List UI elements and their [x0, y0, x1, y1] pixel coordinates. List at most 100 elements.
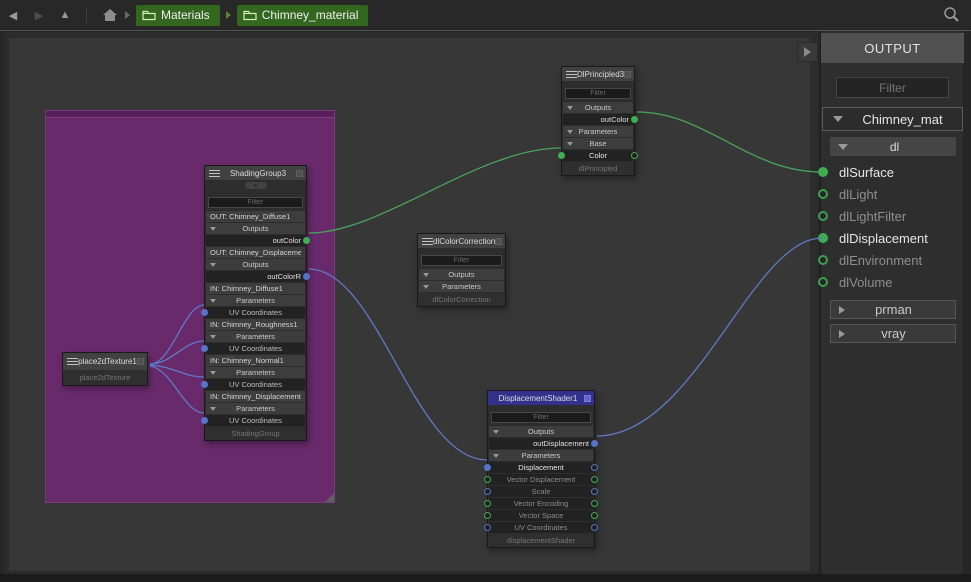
collapse-triangle-icon[interactable]	[210, 299, 216, 303]
output-port[interactable]	[631, 116, 638, 123]
section-vray[interactable]: vray	[830, 324, 956, 343]
collapse-triangle-icon[interactable]	[493, 430, 499, 434]
node-row-outputs[interactable]: Outputs	[206, 259, 305, 270]
node-dlprincipled3[interactable]: DlPrincipled3 Outputs outColor Parameter…	[561, 66, 635, 176]
output-port[interactable]	[591, 500, 598, 507]
collapse-triangle-icon[interactable]	[210, 335, 216, 339]
node-header[interactable]: DlPrincipled3	[562, 67, 634, 81]
search-icon[interactable]	[941, 5, 961, 30]
collapse-triangle-icon[interactable]	[210, 227, 216, 231]
node-shadinggroup3[interactable]: ShadingGroup3 OUT: Chimney_Diffuse1 Outp…	[204, 165, 307, 441]
node-filter-input[interactable]	[208, 197, 303, 208]
node-row-uv-coordinates[interactable]: UV Coordinates	[206, 307, 305, 318]
port-dldisplacement[interactable]: dlDisplacement	[821, 228, 964, 248]
input-port[interactable]	[484, 524, 491, 531]
input-port[interactable]	[484, 488, 491, 495]
section-dl[interactable]: dl	[830, 137, 956, 156]
collapse-triangle-icon[interactable]	[567, 142, 573, 146]
output-port[interactable]	[591, 524, 598, 531]
input-port[interactable]	[484, 476, 491, 483]
port-dlenvironment[interactable]: dlEnvironment	[821, 250, 964, 270]
node-row-uv-coordinates[interactable]: UV Coordinates	[206, 415, 305, 426]
collapse-triangle-icon[interactable]	[567, 106, 573, 110]
port-dllightfilter[interactable]: dlLightFilter	[821, 206, 964, 226]
node-row-parameters[interactable]: Parameters	[206, 295, 305, 306]
node-row-outcolorr[interactable]: outColorR	[206, 271, 305, 282]
node-row-displacement[interactable]: Displacement	[489, 462, 593, 473]
panel-collapse-button[interactable]	[797, 42, 818, 62]
port-dlvolume[interactable]: dlVolume	[821, 272, 964, 292]
input-port[interactable]	[484, 512, 491, 519]
output-port[interactable]	[591, 440, 598, 447]
node-row-uv-coordinates[interactable]: UV Coordinates	[206, 343, 305, 354]
node-row-outcolor[interactable]: outColor	[206, 235, 305, 246]
collapse-triangle-icon[interactable]	[210, 371, 216, 375]
node-row-in-diffuse[interactable]: IN: Chimney_Diffuse1	[206, 283, 305, 294]
node-row-outcolor[interactable]: outColor	[563, 114, 633, 125]
node-swatch[interactable]	[584, 395, 591, 402]
port-dot-icon[interactable]	[818, 211, 828, 221]
backdrop-titlebar[interactable]	[46, 111, 334, 118]
node-header[interactable]: dlColorCorrection	[418, 234, 505, 248]
breadcrumb-item-materials[interactable]: Materials	[136, 5, 220, 26]
output-port[interactable]	[591, 512, 598, 519]
output-port[interactable]	[591, 488, 598, 495]
node-row-vector-encoding[interactable]: Vector Encoding	[489, 498, 593, 509]
breadcrumb-item-chimney-material[interactable]: Chimney_material	[237, 5, 369, 26]
home-icon[interactable]	[101, 6, 119, 24]
output-port[interactable]	[631, 152, 638, 159]
menu-icon[interactable]	[566, 71, 577, 78]
node-swatch[interactable]	[624, 71, 631, 78]
node-row-uv-coordinates[interactable]: UV Coordinates	[489, 522, 593, 533]
collapse-triangle-icon[interactable]	[210, 263, 216, 267]
back-button[interactable]: ◀	[0, 9, 26, 22]
port-dlsurface[interactable]: dlSurface	[821, 162, 964, 182]
port-dllight[interactable]: dlLight	[821, 184, 964, 204]
input-port[interactable]	[201, 309, 208, 316]
output-port[interactable]	[303, 273, 310, 280]
collapsed-attrs-pill[interactable]	[245, 182, 267, 189]
node-row-in-displacement[interactable]: IN: Chimney_Displacement1	[206, 391, 305, 402]
node-row-parameters[interactable]: Parameters	[489, 450, 593, 461]
collapse-triangle-icon[interactable]	[493, 454, 499, 458]
node-row-outdisplacement[interactable]: outDisplacement	[489, 438, 593, 449]
backdrop-resize-handle[interactable]	[325, 493, 334, 502]
port-dot-icon[interactable]	[818, 167, 828, 177]
collapse-triangle-icon[interactable]	[423, 273, 429, 277]
panel-filter-input[interactable]	[836, 77, 949, 98]
node-row-outputs[interactable]: Outputs	[563, 102, 633, 113]
collapse-triangle-icon[interactable]	[423, 285, 429, 289]
output-port[interactable]	[591, 464, 598, 471]
node-swatch[interactable]	[296, 170, 303, 177]
node-filter-input[interactable]	[565, 88, 631, 99]
node-swatch[interactable]	[495, 238, 502, 245]
forward-button[interactable]: ▶	[26, 9, 52, 22]
section-prman[interactable]: prman	[830, 300, 956, 319]
expand-triangle-icon[interactable]	[833, 116, 843, 122]
node-row-outputs[interactable]: Outputs	[206, 223, 305, 234]
port-dot-icon[interactable]	[818, 233, 828, 243]
port-dot-icon[interactable]	[818, 255, 828, 265]
port-dot-icon[interactable]	[818, 189, 828, 199]
node-row-vector-displacement[interactable]: Vector Displacement	[489, 474, 593, 485]
node-filter-input[interactable]	[491, 412, 591, 423]
menu-icon[interactable]	[422, 238, 433, 245]
node-row-parameters[interactable]: Parameters	[206, 367, 305, 378]
node-row-uv-coordinates[interactable]: UV Coordinates	[206, 379, 305, 390]
node-row-out-diffuse[interactable]: OUT: Chimney_Diffuse1	[206, 211, 305, 222]
node-row-color[interactable]: Color	[563, 150, 633, 161]
node-row-outputs[interactable]: Outputs	[419, 269, 504, 280]
material-header[interactable]: Chimney_mat	[822, 107, 963, 131]
node-row-parameters[interactable]: Parameters	[563, 126, 633, 137]
node-row-scale[interactable]: Scale	[489, 486, 593, 497]
node-row-outputs[interactable]: Outputs	[489, 426, 593, 437]
collapse-triangle-icon[interactable]	[567, 130, 573, 134]
node-header[interactable]: place2dTexture1	[63, 353, 147, 370]
menu-icon[interactable]	[209, 170, 220, 177]
node-dlcolorcorrection[interactable]: dlColorCorrection Outputs Parameters dlC…	[417, 233, 506, 307]
node-row-parameters[interactable]: Parameters	[206, 331, 305, 342]
input-port[interactable]	[201, 381, 208, 388]
input-port[interactable]	[484, 500, 491, 507]
node-row-base[interactable]: Base	[563, 138, 633, 149]
up-button[interactable]: ▲	[52, 9, 78, 21]
